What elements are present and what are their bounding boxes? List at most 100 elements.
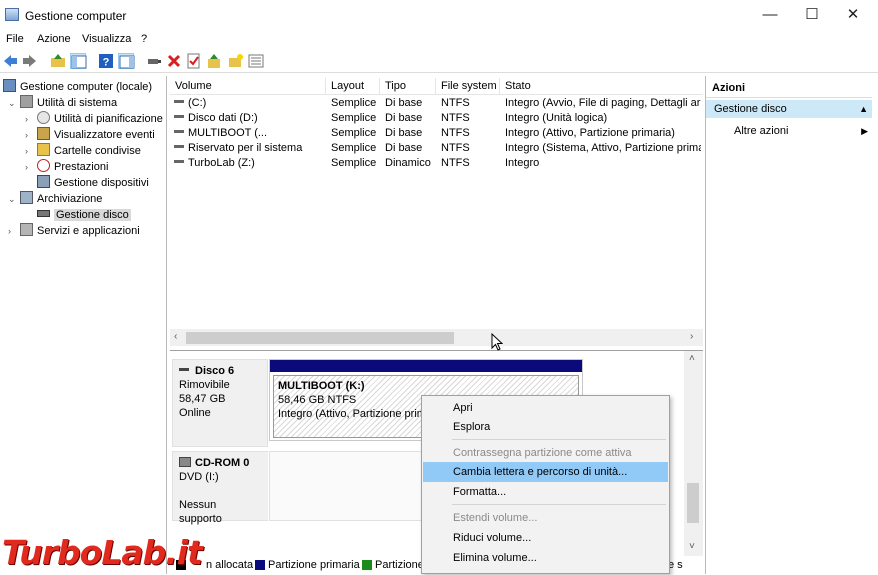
scroll-down-icon[interactable]: ˅ [689,541,695,552]
watermark-logo: TurboLab.it [2,533,203,572]
disk-icon [179,368,189,371]
actions-section-gestione-disco[interactable]: Gestione disco ▲ [706,100,872,118]
expand-arrow-icon[interactable]: › [25,127,28,143]
volume-icon [174,145,184,148]
properties-pane-icon[interactable] [118,53,135,69]
tree-item-pianificazione[interactable]: › Utilità di pianificazione [25,111,163,127]
scrollbar-thumb[interactable] [687,483,699,523]
export-icon[interactable] [206,53,222,69]
menu-visualizza[interactable]: Visualizza [82,33,131,45]
computer-icon [3,79,16,92]
menu-item-apri[interactable]: Apri [423,398,668,418]
menu-item-contrassegna-attiva[interactable]: Contrassegna partizione come attiva [423,443,668,463]
folder-up-icon[interactable] [50,53,66,69]
tree-item-servizi[interactable]: › Servizi e applicazioni [8,223,140,239]
clock-icon [37,111,50,124]
performance-icon [37,159,50,172]
scroll-up-icon[interactable]: ˄ [689,353,695,364]
table-row[interactable]: (C:) Semplice Di base NTFS Integro (Avvi… [170,96,703,111]
forward-arrow-icon[interactable] [22,53,38,69]
minimize-button[interactable]: — [755,6,785,24]
actions-pane: Azioni Gestione disco ▲ Altre azioni ▶ [705,76,878,574]
tree-item-gestione-computer[interactable]: Gestione computer (locale) [3,79,152,95]
menu-item-riduci-volume[interactable]: Riduci volume... [423,528,668,548]
event-viewer-icon [37,127,50,140]
tree-item-archiviazione[interactable]: ⌄ Archiviazione [8,191,102,207]
column-tipo[interactable]: Tipo [380,78,436,95]
app-icon [5,8,19,21]
column-file-system[interactable]: File system [436,78,500,95]
back-arrow-icon[interactable] [2,53,18,69]
maximize-button[interactable]: ☐ [797,6,827,24]
column-stato[interactable]: Stato [500,78,703,95]
tree-item-gestione-disco[interactable]: Gestione disco [37,207,131,223]
collapse-triangle-icon[interactable]: ▲ [859,100,868,118]
vertical-scrollbar[interactable]: ˄ ˅ [684,351,703,575]
menu-bar: File Azione Visualizza ? [0,30,878,48]
expand-arrow-icon[interactable]: › [25,111,28,127]
table-row[interactable]: MULTIBOOT (... Semplice Di base NTFS Int… [170,126,703,141]
scrollbar-thumb[interactable] [186,332,454,344]
action-altre-azioni[interactable]: Altre azioni ▶ [734,122,872,140]
cdrom-0-label[interactable]: CD-ROM 0 DVD (I:) Nessun supporto [172,451,268,525]
window-title: Gestione computer [25,9,127,23]
delete-icon[interactable] [166,53,182,69]
column-volume[interactable]: Volume [170,78,326,95]
legend-swatch-partition [362,560,372,570]
table-row[interactable]: Riservato per il sistema Semplice Di bas… [170,141,703,156]
new-folder-icon[interactable] [228,53,244,69]
column-layout[interactable]: Layout [326,78,380,95]
volume-list-header: Volume Layout Tipo File system Stato [170,78,703,95]
menu-item-formatta[interactable]: Formatta... [423,482,668,502]
disk-management-icon [37,210,50,217]
table-row[interactable]: TurboLab (Z:) Semplice Dinamico NTFS Int… [170,156,703,171]
checklist-icon[interactable] [186,53,202,69]
menu-separator [452,504,666,505]
tools-icon [20,95,33,108]
collapse-arrow-icon[interactable]: ⌄ [8,95,16,111]
services-icon [20,223,33,236]
volume-icon [174,130,184,133]
legend-truncated-text: e s [668,559,683,571]
partition-color-bar [270,360,582,372]
expand-arrow-icon[interactable]: › [8,223,11,239]
table-row[interactable]: Disco dati (D:) Semplice Di base NTFS In… [170,111,703,126]
close-button[interactable]: ✕ [838,6,868,24]
volume-icon [174,160,184,163]
disk-6-label[interactable]: Disco 6 Rimovibile 58,47 GB Online [172,359,268,447]
collapse-arrow-icon[interactable]: ⌄ [8,191,16,207]
tree-item-cartelle-condivise[interactable]: › Cartelle condivise [25,143,141,159]
help-icon[interactable]: ? [98,53,114,69]
menu-azione[interactable]: Azione [37,33,71,45]
show-hide-tree-icon[interactable] [70,53,87,69]
menu-separator [452,439,666,440]
tree-item-dispositivi[interactable]: Gestione dispositivi [37,175,149,191]
cdrom-icon [179,457,191,467]
context-menu: Apri Esplora Contrassegna partizione com… [421,395,670,574]
mouse-cursor-icon [491,333,503,351]
connect-icon[interactable] [146,53,162,69]
tree-item-prestazioni[interactable]: › Prestazioni [25,159,108,175]
list-view-icon[interactable] [248,53,264,69]
menu-item-estendi-volume[interactable]: Estendi volume... [423,508,668,528]
shared-folder-icon [37,143,50,156]
volume-icon [174,115,184,118]
menu-file[interactable]: File [6,33,24,45]
actions-header: Azioni [706,78,872,98]
menu-item-elimina-volume[interactable]: Elimina volume... [423,548,668,568]
volume-icon [174,100,184,103]
menu-item-esplora[interactable]: Esplora [423,417,668,437]
scroll-right-icon[interactable]: › [690,331,693,342]
device-manager-icon [37,175,50,188]
menu-item-cambia-lettera[interactable]: Cambia lettera e percorso di unità... [423,462,668,482]
submenu-arrow-icon: ▶ [861,126,868,136]
horizontal-scrollbar[interactable]: ‹ › [170,329,703,346]
svg-text:?: ? [103,57,110,69]
scroll-left-icon[interactable]: ‹ [174,331,177,342]
tree-item-utilita-sistema[interactable]: ⌄ Utilità di sistema [8,95,117,111]
expand-arrow-icon[interactable]: › [25,143,28,159]
menu-help[interactable]: ? [141,33,147,45]
navigation-tree: Gestione computer (locale) ⌄ Utilità di … [0,76,167,574]
expand-arrow-icon[interactable]: › [25,159,28,175]
tree-item-eventi[interactable]: › Visualizzatore eventi [25,127,155,143]
